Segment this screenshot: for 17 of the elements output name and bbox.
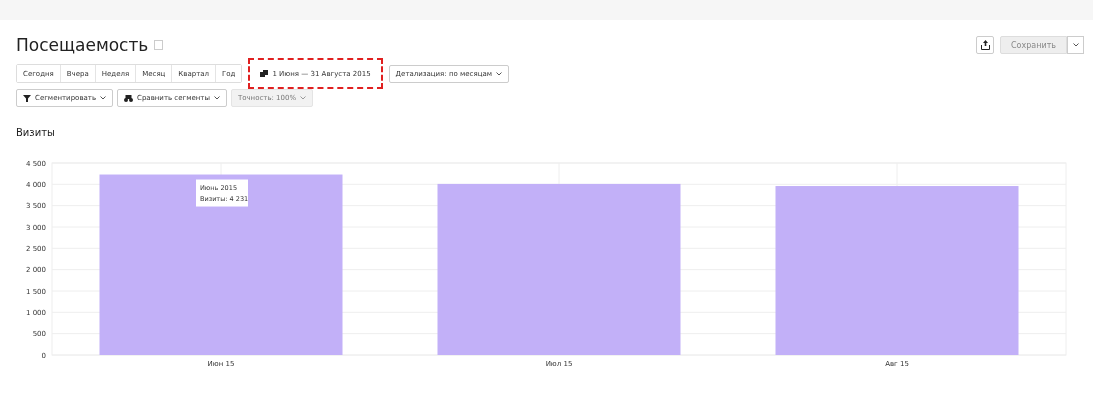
calendar-icon bbox=[260, 70, 269, 77]
bar[interactable] bbox=[437, 183, 681, 355]
chart-title: Визиты bbox=[16, 127, 56, 138]
chevron-icon bbox=[1072, 43, 1079, 47]
chevron-icon bbox=[100, 96, 106, 100]
bar[interactable] bbox=[775, 186, 1019, 355]
bookmark-icon[interactable] bbox=[154, 40, 164, 50]
filter-icon bbox=[23, 94, 31, 102]
page-title: Посещаемость bbox=[16, 35, 164, 55]
chevron-icon bbox=[213, 96, 220, 100]
save-options-button[interactable] bbox=[1067, 36, 1084, 54]
binoculars-icon bbox=[124, 94, 133, 102]
bar[interactable] bbox=[99, 174, 343, 355]
chevron-icon bbox=[495, 71, 502, 76]
chevron-icon bbox=[300, 96, 307, 100]
export-icon bbox=[980, 40, 990, 50]
export-button[interactable] bbox=[976, 36, 994, 54]
